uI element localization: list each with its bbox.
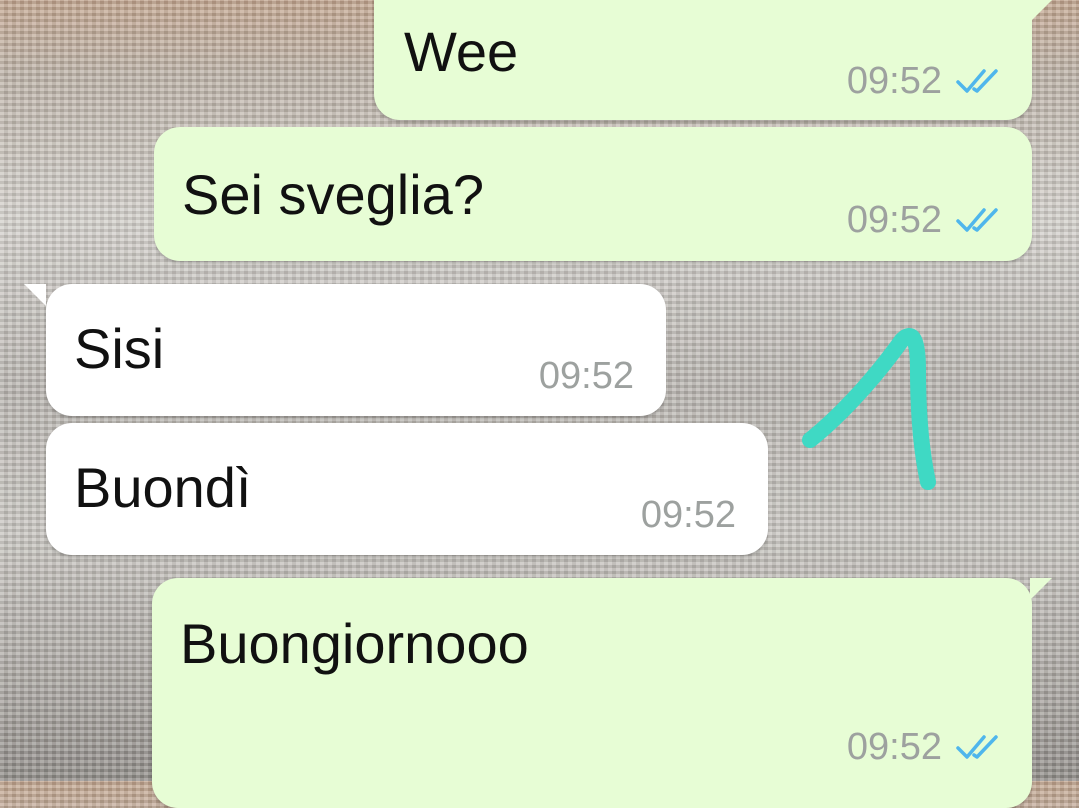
double-check-read-icon: [956, 208, 998, 232]
message-meta: 09:52: [847, 728, 1004, 766]
bubble-tail: [24, 284, 46, 306]
message-meta: 09:52: [847, 62, 1004, 100]
message-meta: 09:52: [539, 357, 634, 395]
message-meta: 09:52: [641, 496, 736, 534]
message-text: Sei sveglia?: [182, 163, 484, 226]
message-bubble-outgoing[interactable]: Wee 09:52: [374, 0, 1032, 120]
message-meta: 09:52: [847, 201, 1004, 239]
double-check-read-icon: [956, 735, 998, 759]
message-text: Buondì: [74, 456, 252, 519]
message-bubble-incoming[interactable]: Buondì 09:52: [46, 423, 768, 555]
bubble-tail: [1030, 0, 1052, 22]
hand-drawn-arrow-icon: [802, 328, 936, 490]
message-text: Sisi: [74, 317, 165, 380]
message-time: 09:52: [538, 355, 634, 397]
message-bubble-outgoing[interactable]: Sei sveglia? 09:52: [154, 127, 1032, 261]
double-check-read-icon: [956, 69, 998, 93]
message-text: Wee: [404, 20, 519, 83]
message-time: 09:52: [640, 494, 736, 536]
message-bubble-incoming[interactable]: Sisi 09:52: [46, 284, 666, 416]
message-bubble-outgoing[interactable]: Buongiornooo 09:52: [152, 578, 1032, 808]
chat-conversation: Wee 09:52 Sei sveglia? 09:52 Sisi 09:52: [0, 0, 1079, 808]
message-text: Buongiornooo: [180, 612, 529, 675]
message-time: 09:52: [846, 199, 942, 241]
message-time: 09:52: [846, 60, 942, 102]
bubble-tail: [1030, 578, 1052, 600]
message-time: 09:52: [846, 726, 942, 768]
